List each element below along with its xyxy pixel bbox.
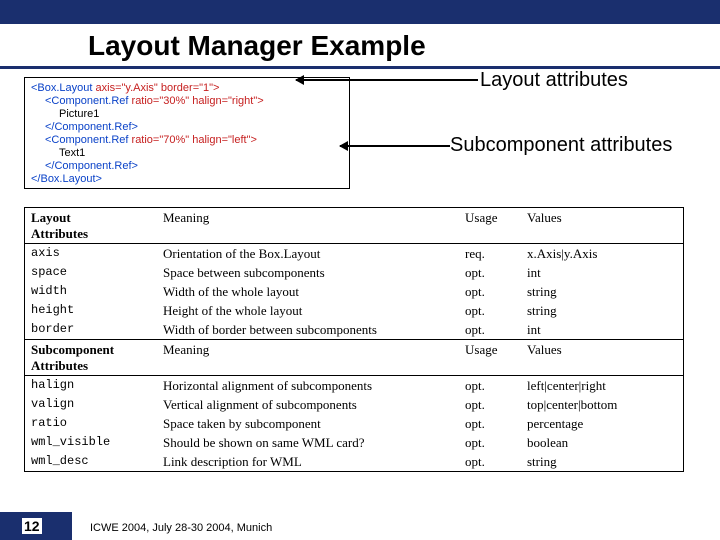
attr-usage: opt. [459, 301, 521, 320]
code-attr: ratio="30%" halign="right"> [128, 95, 263, 107]
table-header: Subcomponent Attributes [31, 342, 114, 373]
table-header: Usage [459, 208, 521, 244]
code-tag: </Component.Ref> [45, 121, 138, 133]
attr-name: wml_desc [25, 452, 157, 471]
table-row: wml_visibleShould be shown on same WML c… [25, 433, 683, 452]
attr-usage: opt. [459, 282, 521, 301]
attr-values: string [521, 301, 683, 320]
table-header: Values [521, 340, 683, 376]
attr-values: string [521, 452, 683, 471]
table-header: Meaning [157, 208, 459, 244]
attr-name: axis [25, 244, 157, 264]
attr-name: ratio [25, 414, 157, 433]
top-bar [0, 0, 720, 24]
attr-meaning: Space taken by subcomponent [157, 414, 459, 433]
code-attr: ratio="70%" halign="left"> [128, 134, 256, 146]
code-attr: axis="y.Axis" border="1"> [92, 82, 219, 94]
attr-meaning: Vertical alignment of subcomponents [157, 395, 459, 414]
table-row: wml_descLink description for WMLopt.stri… [25, 452, 683, 471]
code-tag: </Component.Ref> [45, 160, 138, 172]
attr-values: top|center|bottom [521, 395, 683, 414]
attr-name: valign [25, 395, 157, 414]
attr-values: int [521, 320, 683, 340]
code-tag: <Box.Layout [31, 82, 92, 94]
attributes-table: Layout Attributes Meaning Usage Values a… [24, 207, 684, 472]
table-row: axisOrientation of the Box.Layoutreq.x.A… [25, 244, 683, 264]
attr-values: x.Axis|y.Axis [521, 244, 683, 264]
arrow-to-subcomponent-attrs [340, 145, 450, 147]
table-row: valignVertical alignment of subcomponent… [25, 395, 683, 414]
arrow-to-layout-attrs [296, 79, 478, 81]
code-tag: </Box.Layout> [31, 173, 102, 185]
attr-meaning: Should be shown on same WML card? [157, 433, 459, 452]
attr-usage: opt. [459, 452, 521, 471]
table-header: Layout Attributes [31, 210, 88, 241]
annotation-subcomponent-attributes: Subcomponent attributes [450, 134, 672, 157]
footer-text: ICWE 2004, July 28-30 2004, Munich [90, 522, 272, 534]
table-row: halignHorizontal alignment of subcompone… [25, 376, 683, 396]
attr-meaning: Height of the whole layout [157, 301, 459, 320]
attr-name: height [25, 301, 157, 320]
table-row: borderWidth of border between subcompone… [25, 320, 683, 340]
attr-usage: opt. [459, 376, 521, 396]
table-header-row: Layout Attributes Meaning Usage Values [25, 208, 683, 244]
attr-meaning: Link description for WML [157, 452, 459, 471]
code-box: <Box.Layout axis="y.Axis" border="1"> <C… [24, 77, 350, 189]
attr-meaning: Orientation of the Box.Layout [157, 244, 459, 264]
attr-values: boolean [521, 433, 683, 452]
attr-usage: opt. [459, 414, 521, 433]
table-row: widthWidth of the whole layoutopt.string [25, 282, 683, 301]
attr-meaning: Width of border between subcomponents [157, 320, 459, 340]
code-tag: <Component.Ref [45, 95, 128, 107]
attr-name: wml_visible [25, 433, 157, 452]
attr-usage: opt. [459, 263, 521, 282]
attr-usage: req. [459, 244, 521, 264]
attr-usage: opt. [459, 433, 521, 452]
table-header: Meaning [157, 340, 459, 376]
attr-values: int [521, 263, 683, 282]
attr-name: border [25, 320, 157, 340]
table-header: Values [521, 208, 683, 244]
attr-name: width [25, 282, 157, 301]
table-header: Usage [459, 340, 521, 376]
content-area: Layout attributes Subcomponent attribute… [0, 69, 720, 472]
attr-meaning: Space between subcomponents [157, 263, 459, 282]
page-number: 12 [22, 518, 42, 534]
attr-meaning: Width of the whole layout [157, 282, 459, 301]
code-text: Picture1 [59, 108, 99, 120]
attr-usage: opt. [459, 395, 521, 414]
attr-values: percentage [521, 414, 683, 433]
attr-usage: opt. [459, 320, 521, 340]
table-row: heightHeight of the whole layoutopt.stri… [25, 301, 683, 320]
code-text: Text1 [59, 147, 85, 159]
attr-meaning: Horizontal alignment of subcomponents [157, 376, 459, 396]
table-row: ratioSpace taken by subcomponentopt.perc… [25, 414, 683, 433]
attr-name: space [25, 263, 157, 282]
attr-values: left|center|right [521, 376, 683, 396]
attr-name: halign [25, 376, 157, 396]
table-row: spaceSpace between subcomponentsopt.int [25, 263, 683, 282]
code-tag: <Component.Ref [45, 134, 128, 146]
footer: 12 ICWE 2004, July 28-30 2004, Munich [0, 512, 720, 540]
attr-values: string [521, 282, 683, 301]
slide-title: Layout Manager Example [0, 24, 720, 69]
table-header-row: Subcomponent Attributes Meaning Usage Va… [25, 340, 683, 376]
annotation-layout-attributes: Layout attributes [480, 69, 628, 92]
